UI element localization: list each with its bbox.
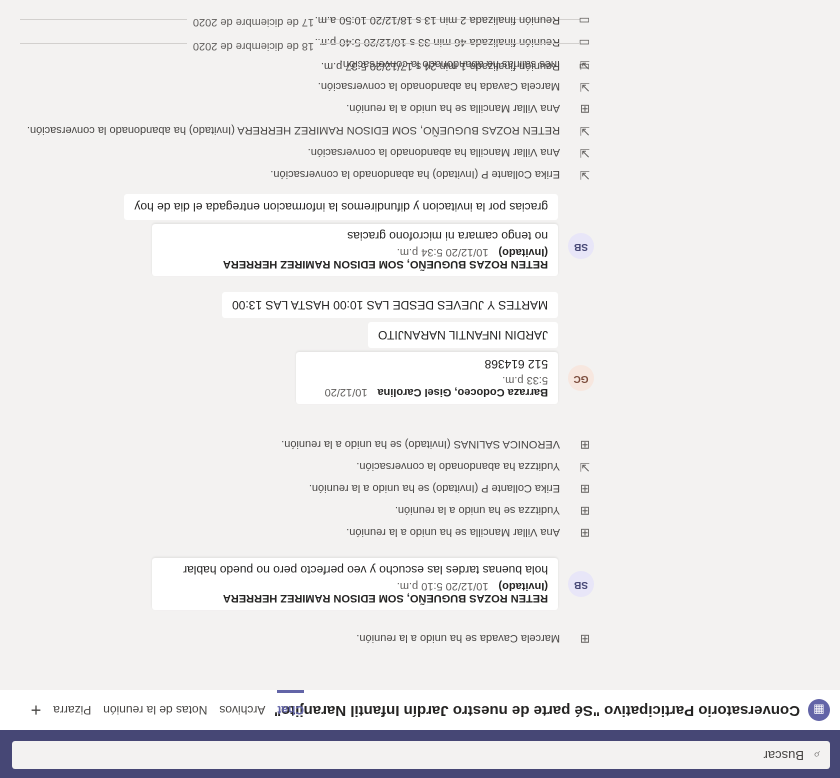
- date-divider: 18 de diciembre de 2020: [20, 40, 580, 52]
- video-camera-icon: ▭: [578, 60, 590, 74]
- add-tab-icon[interactable]: +: [31, 690, 42, 730]
- system-message: ⇲RETEN ROZAS BUGUEÑO, SOM EDISON RAMIREZ…: [26, 124, 590, 138]
- meeting-ended-message[interactable]: ▭Reunión finalizada 2 min 13 s 18/12/20 …: [315, 10, 590, 28]
- person-leave-icon: ⇲: [579, 168, 590, 182]
- chat-feed[interactable]: ⊞Marcela Cavada se ha unido a la reunión…: [0, 0, 840, 690]
- message-continuation[interactable]: JARDIN INFANTIL NARANJITO: [367, 322, 558, 348]
- person-leave-icon: ⇲: [579, 460, 590, 474]
- person-leave-icon: ⇲: [579, 80, 590, 94]
- date-divider-label: 18 de diciembre de 2020: [186, 40, 320, 52]
- tab-archivos[interactable]: Archivos: [219, 690, 265, 730]
- system-message: ⊞VERONICA SALINAS (Invitado) se ha unido…: [281, 438, 590, 452]
- meeting-title: Conversatorio Participativo "Sé parte de…: [273, 702, 800, 719]
- search-input[interactable]: ⌕ Buscar: [12, 741, 830, 769]
- person-add-icon: ⊞: [579, 632, 590, 646]
- person-add-icon: ⊞: [579, 102, 590, 116]
- message-sender: RETEN ROZAS BUGUEÑO, SOM EDISON RAMIREZ …: [223, 246, 548, 270]
- tab-pizarra[interactable]: Pizarra: [53, 690, 91, 730]
- search-placeholder: Buscar: [763, 748, 804, 763]
- date-divider-label: 17 de diciembre de 2020: [186, 16, 320, 28]
- message-continuation[interactable]: gracias por la invitacion y difundiremos…: [124, 194, 558, 220]
- chat-message[interactable]: RETEN ROZAS BUGUEÑO, SOM EDISON RAMIREZ …: [152, 558, 558, 610]
- top-bar: ⌕ Buscar: [0, 730, 840, 778]
- tab-chat[interactable]: Chat: [277, 690, 304, 730]
- search-icon: ⌕: [813, 748, 820, 762]
- person-leave-icon: ⇲: [579, 146, 590, 160]
- message-continuation[interactable]: MARTES Y JUEVES DESDE LAS 10:00 HASTA LA…: [222, 292, 558, 318]
- chat-message[interactable]: RETEN ROZAS BUGUEÑO, SOM EDISON RAMIREZ …: [152, 224, 558, 276]
- person-add-icon: ⊞: [579, 526, 590, 540]
- meeting-ended-message[interactable]: ▭Reunión finalizada 1 min 24 s 17/12/20 …: [321, 56, 590, 74]
- avatar[interactable]: GC: [568, 365, 594, 391]
- message-text: 512 614368: [484, 357, 548, 371]
- avatar[interactable]: SB: [568, 571, 594, 597]
- video-camera-icon: ▭: [578, 14, 590, 28]
- system-message: ⇲Yuditzza ha abandonado la conversación.: [356, 460, 590, 474]
- person-add-icon: ⊞: [579, 482, 590, 496]
- system-message: ⊞Marcela Cavada se ha unido a la reunión…: [356, 632, 590, 646]
- person-leave-icon: ⇲: [579, 124, 590, 138]
- avatar[interactable]: SB: [568, 233, 594, 259]
- system-message: ⊞Erika Collante P (Invitado) se ha unido…: [308, 482, 590, 496]
- message-text: hola buenas tardes las escucho y veo per…: [183, 563, 548, 577]
- person-add-icon: ⊞: [579, 504, 590, 518]
- person-add-icon: ⊞: [579, 438, 590, 452]
- system-message: ⊞Yuditzza se ha unido a la reunión.: [394, 504, 590, 518]
- message-time: 10/12/20 5:34 p.m.: [396, 246, 489, 258]
- meeting-chat-icon: ▦: [808, 699, 830, 721]
- system-message: ⊞Ana Villar Mancilla se ha unido a la re…: [346, 526, 590, 540]
- meeting-ended-message[interactable]: ▭Reunión finalizada 46 min 33 s 10/12/20…: [315, 32, 590, 50]
- message-sender: Barraza Codoceo, Gisel Carolina: [377, 386, 548, 398]
- chat-message[interactable]: Barraza Codoceo, Gisel Carolina10/12/20 …: [296, 352, 558, 404]
- meeting-tabs: Chat Archivos Notas de la reunión Pizarr…: [31, 690, 304, 730]
- message-time: 10/12/20 5:10 p.m.: [396, 580, 489, 592]
- tab-notas[interactable]: Notas de la reunión: [103, 690, 207, 730]
- system-message: ⇲Erika Collante P (Invitado) ha abandona…: [270, 168, 590, 182]
- system-message: ⊞Ana Villar Mancilla se ha unido a la re…: [346, 102, 590, 116]
- meeting-header: ▦ Conversatorio Participativo "Sé parte …: [0, 689, 840, 730]
- system-message: ⇲Marcela Cavada ha abandonado la convers…: [317, 80, 590, 94]
- message-sender: RETEN ROZAS BUGUEÑO, SOM EDISON RAMIREZ …: [223, 580, 548, 604]
- message-text: no tengo camara ni microfono gracias: [347, 229, 548, 243]
- system-message: ⇲Ana Villar Mancilla ha abandonado la co…: [307, 146, 590, 160]
